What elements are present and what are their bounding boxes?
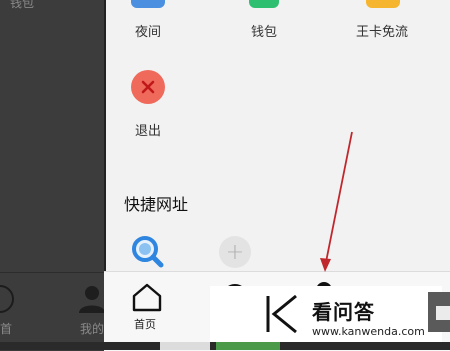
exit-icon[interactable] xyxy=(131,70,165,104)
watermark-title: 看问答 xyxy=(312,300,375,324)
watermark-url: www.kanwenda.com xyxy=(312,325,425,338)
tile-wallet[interactable]: 钱包 xyxy=(224,21,304,40)
add-shortcut-button[interactable]: + xyxy=(219,236,251,268)
bottom-edge-light xyxy=(160,342,210,350)
tile-wallet-label: 钱包 xyxy=(250,25,277,40)
plus-icon: + xyxy=(225,240,245,265)
tile-night-label: 夜间 xyxy=(134,25,161,40)
home-icon[interactable] xyxy=(130,281,164,313)
wallet-icon[interactable] xyxy=(249,0,279,8)
tile-night-mode[interactable]: 夜间 xyxy=(108,21,188,40)
tile-free-data[interactable]: 王卡免流 xyxy=(342,21,422,40)
background-mine-label: 我的 xyxy=(80,322,105,336)
tile-exit[interactable]: 退出 xyxy=(108,120,188,139)
card-icon[interactable] xyxy=(366,0,400,8)
background-top-label: 钱包 xyxy=(10,0,35,10)
tile-exit-label: 退出 xyxy=(134,124,161,139)
background-divider xyxy=(0,272,104,273)
watermark-logo-icon xyxy=(266,294,297,334)
bottom-edge-green xyxy=(216,342,280,350)
watermark-side-mark xyxy=(436,306,450,320)
shortcuts-title: 快捷网址 xyxy=(124,195,189,214)
background-mine-icon[interactable] xyxy=(78,284,106,314)
search-shortcut-icon[interactable] xyxy=(130,234,164,268)
tile-free-data-label: 王卡免流 xyxy=(355,25,408,40)
background-nav-label: 首 xyxy=(0,322,13,336)
moon-icon[interactable] xyxy=(131,0,165,8)
nav-home-label: 首页 xyxy=(134,318,156,331)
